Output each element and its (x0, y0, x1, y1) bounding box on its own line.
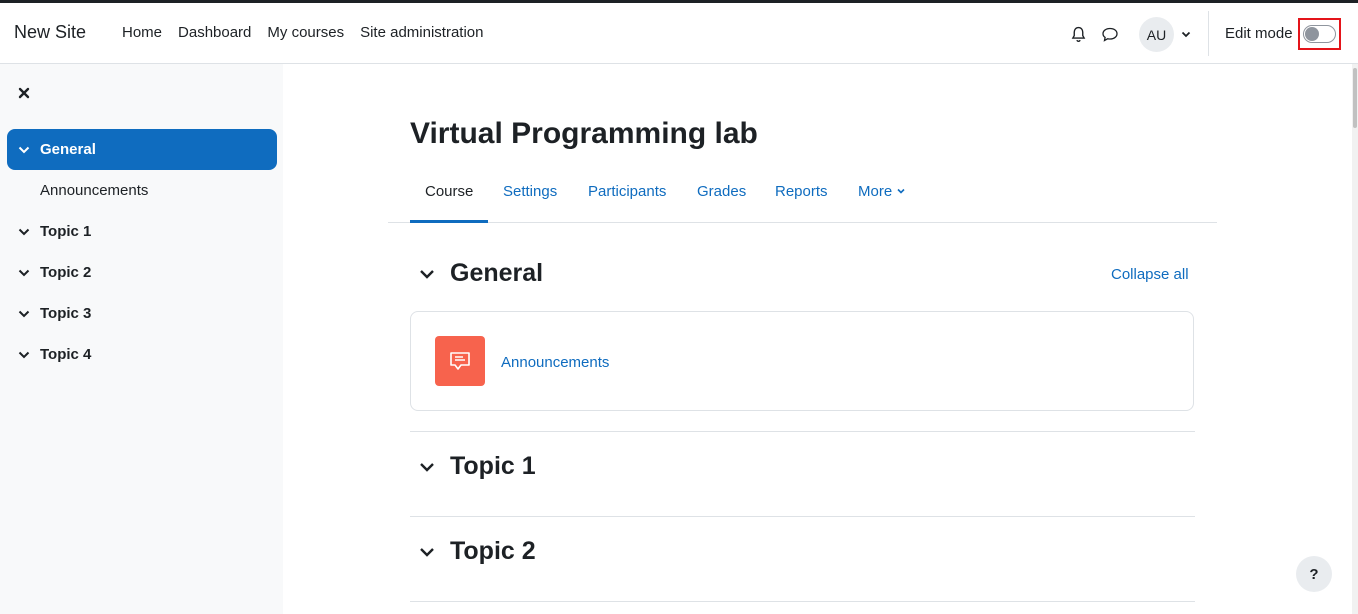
nav-home[interactable]: Home (122, 24, 162, 41)
tab-reports[interactable]: Reports (775, 183, 828, 200)
chevron-down-icon[interactable] (17, 225, 31, 239)
section-general-header[interactable]: General (418, 259, 543, 288)
messages-chat-icon[interactable] (1098, 22, 1122, 46)
section-title: General (450, 259, 544, 287)
tab-settings[interactable]: Settings (503, 183, 557, 200)
drawer-item-label: Topic 3 (40, 305, 92, 322)
tab-more-label: More (858, 183, 893, 200)
section-topic-2-header[interactable]: Topic 2 (418, 537, 536, 566)
chevron-down-icon[interactable] (418, 458, 436, 476)
chevron-down-icon (897, 188, 905, 194)
drawer-item-topic-3[interactable]: Topic 3 (7, 293, 277, 334)
tab-participants[interactable]: Participants (588, 183, 666, 200)
collapse-all-link[interactable]: Collapse all (1111, 266, 1189, 283)
chevron-down-icon[interactable] (17, 143, 31, 157)
chevron-down-icon[interactable] (17, 266, 31, 280)
section-title: Topic 2 (450, 537, 536, 565)
active-tab-indicator (410, 220, 488, 223)
course-index-drawer: General Announcements Topic 1 Topic 2 To… (0, 64, 283, 614)
page-scrollbar[interactable] (1352, 64, 1358, 614)
drawer-item-label: Topic 2 (40, 264, 92, 281)
chevron-down-icon[interactable] (418, 265, 436, 283)
section-divider (410, 431, 1195, 432)
section-title: Topic 1 (450, 452, 536, 480)
chevron-down-icon[interactable] (418, 543, 436, 561)
activity-card: Announcements (410, 311, 1194, 411)
forum-icon (435, 336, 485, 386)
chevron-down-icon[interactable] (17, 307, 31, 321)
help-icon: ? (1309, 565, 1319, 583)
drawer-item-label: General (40, 141, 96, 158)
drawer-item-topic-4[interactable]: Topic 4 (7, 334, 277, 375)
user-initials: AU (1146, 26, 1167, 43)
edit-mode-label: Edit mode (1225, 25, 1293, 42)
activity-announcements-link[interactable]: Announcements (501, 354, 609, 371)
section-topic-1-header[interactable]: Topic 1 (418, 452, 536, 481)
drawer-item-general[interactable]: General (7, 129, 277, 170)
edit-mode-highlight-box (1298, 18, 1341, 50)
toggle-knob (1305, 27, 1319, 41)
tab-course[interactable]: Course (425, 183, 473, 200)
primary-navigation: Home Dashboard My courses Site administr… (114, 24, 492, 41)
drawer-item-label: Topic 1 (40, 223, 92, 240)
chevron-down-icon[interactable] (17, 348, 31, 362)
user-avatar[interactable]: AU (1139, 17, 1174, 52)
navbar: New Site Home Dashboard My courses Site … (0, 3, 1358, 64)
drawer-item-label: Topic 4 (40, 346, 92, 363)
tab-more[interactable]: More (858, 183, 906, 200)
tab-grades[interactable]: Grades (697, 183, 746, 200)
chevron-down-icon[interactable] (1180, 27, 1192, 39)
close-icon[interactable] (16, 85, 32, 101)
notifications-bell-icon[interactable] (1066, 22, 1090, 46)
nav-my-courses[interactable]: My courses (267, 24, 344, 41)
nav-site-administration[interactable]: Site administration (360, 24, 483, 41)
drawer-item-announcements[interactable]: Announcements (40, 182, 148, 199)
navbar-divider (1208, 11, 1209, 56)
page-title: Virtual Programming lab (410, 117, 758, 150)
secondary-navigation: Course Settings Participants Grades Repo… (388, 168, 1217, 223)
drawer-item-topic-1[interactable]: Topic 1 (7, 211, 277, 252)
scrollbar-thumb[interactable] (1353, 68, 1357, 128)
drawer-item-topic-2[interactable]: Topic 2 (7, 252, 277, 293)
edit-mode-toggle[interactable] (1303, 25, 1336, 43)
site-brand[interactable]: New Site (14, 22, 86, 43)
section-divider (410, 601, 1195, 602)
section-divider (410, 516, 1195, 517)
nav-dashboard[interactable]: Dashboard (178, 24, 251, 41)
help-button[interactable]: ? (1296, 556, 1332, 592)
